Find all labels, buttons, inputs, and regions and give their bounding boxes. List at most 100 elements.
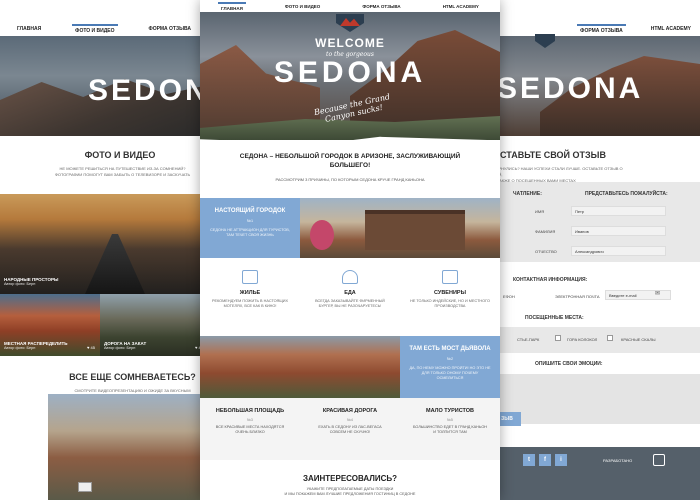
burger-icon bbox=[342, 270, 358, 284]
phone-label: ЕФОН bbox=[503, 294, 515, 299]
stat-title: МАЛО ТУРИСТОВ bbox=[426, 408, 474, 414]
section-title: ОСТАВЬТЕ СВОЙ ОТЗЫВ bbox=[493, 150, 606, 160]
road-image bbox=[85, 234, 145, 294]
reason-box-town: НАСТОЯЩИЙ ГОРОДОК №1 СЕДОНА НЕ АТТРАКЦИО… bbox=[200, 198, 300, 258]
stat-road: КРАСИВАЯ ДОРОГА №4 ЕХАТЬ В СЕДОНУ ИЗ ЛАС… bbox=[300, 408, 400, 435]
first-name-field[interactable]: Петр bbox=[571, 206, 666, 216]
reason-text: СЕДОНА НЕ АТТРАКЦИОН ДЛЯ ТУРИСТОВ, ТАМ Т… bbox=[210, 228, 290, 237]
section-text: НЕ МОЖЕТЕ РЕШИТЬСЯ НА ПУТЕШЕСТВИЕ ИЗ-ЗА … bbox=[40, 166, 205, 178]
photo-card-large[interactable]: НАРОДНЫЕ ПРОСТОРЫ Автор фото: Берн bbox=[0, 194, 208, 294]
feature-title: ЕДА bbox=[344, 290, 356, 296]
reason-box-bridge: ТАМ ЕСТЬ МОСТ ДЬЯВОЛА №2 ДА, ПО НЕМУ МОЖ… bbox=[400, 336, 500, 398]
page-review-form: ФОРМА ОТЗЫВА HTML ACADEMY SEDONA ОСТАВЬТ… bbox=[493, 22, 700, 500]
visited-title: ПОСЕЩЕННЫЕ МЕСТА: bbox=[525, 315, 584, 321]
section-text-line: ФОТОГРАФИИ ПОМОГУТ ВАМ ЗАБЫТЬ О ТЕЛЕВИЗО… bbox=[54, 172, 191, 177]
stat-number: №3 bbox=[247, 418, 253, 422]
intro-title: СЕДОНА – НЕБОЛЬШОЙ ГОРОДОК В АРИЗОНЕ, ЗА… bbox=[239, 153, 461, 169]
logo-icon[interactable] bbox=[535, 34, 555, 48]
emotions-title: ОПИШИТЕ СВОИ ЭМОЦИИ: bbox=[535, 361, 603, 367]
main-nav: ГЛАВНАЯ ФОТО И ВИДЕО ФОРМА ОТЗЫВА HTML A… bbox=[200, 0, 500, 12]
photo-author: Автор фото: Берн bbox=[4, 282, 36, 286]
facebook-icon[interactable]: f bbox=[539, 454, 551, 466]
likes-counter[interactable]: ♥ 45 bbox=[87, 345, 95, 350]
feature-title: СУВЕНИРЫ bbox=[434, 290, 466, 296]
nav-html-academy[interactable]: HTML ACADEMY bbox=[648, 26, 694, 32]
page-main: ГЛАВНАЯ ФОТО И ВИДЕО ФОРМА ОТЗЫВА HTML A… bbox=[200, 0, 500, 500]
field-label: ФАМИЛИЯ bbox=[535, 229, 556, 234]
video-preview[interactable] bbox=[48, 394, 208, 500]
main-nav: ФОРМА ОТЗЫВА HTML ACADEMY bbox=[493, 22, 700, 36]
reason-title: НАСТОЯЩИЙ ГОРОДОК bbox=[214, 208, 286, 214]
section-text-line: ВЕРНУЛИСЬ? НАШИ УСПЕХИ СТАЛИ ЛУЧШЕ. ОСТА… bbox=[493, 166, 623, 177]
feature-food: ЕДА ВСЕГДА ЗАКАЗЫВАЙТЕ ФИРМЕННЫЙ БУРГЕР,… bbox=[300, 270, 400, 309]
feature-title: ЖИЛЬЕ bbox=[239, 290, 261, 296]
welcome-heading: WELCOME bbox=[315, 36, 385, 50]
doubt-title: ВСЕ ЕЩЕ СОМНЕВАЕТЕСЬ? bbox=[69, 372, 196, 382]
bridge-photo bbox=[200, 336, 400, 398]
page-photo-video: ГЛАВНАЯ ФОТО И ВИДЕО ФОРМА ОТЗЫВА SEDONA… bbox=[0, 22, 208, 500]
feature-text: ВСЕГДА ЗАКАЗЫВАЙТЕ ФИРМЕННЫЙ БУРГЕР, ВЫ … bbox=[315, 299, 385, 308]
stat-area: НЕБОЛЬШАЯ ПЛОЩАДЬ №3 ВСЕ КРАСИВЫЕ МЕСТА … bbox=[200, 408, 300, 435]
truck-image bbox=[78, 482, 92, 492]
nav-photo-video[interactable]: ФОТО И ВИДЕО bbox=[282, 4, 323, 9]
checkbox-place-1[interactable]: СТЬЕ-ПАРК bbox=[517, 337, 539, 342]
town-photo bbox=[300, 198, 500, 258]
nav-photo-video[interactable]: ФОТО И ВИДЕО bbox=[72, 24, 118, 34]
field-label: ОТЧЕСТВО bbox=[535, 249, 557, 254]
checkbox[interactable] bbox=[555, 335, 561, 341]
nav-html-academy[interactable]: HTML ACADEMY bbox=[440, 4, 482, 9]
reason-number: №1 bbox=[246, 219, 254, 223]
stat-title: КРАСИВАЯ ДОРОГА bbox=[322, 408, 378, 414]
emotions-textarea[interactable] bbox=[493, 374, 700, 424]
screen: ГЛАВНАЯ ФОТО И ВИДЕО ФОРМА ОТЗЫВА SEDONA… bbox=[0, 0, 700, 500]
developer-label: РАЗРАБОТАНО bbox=[603, 458, 633, 463]
intro-subtitle: РАССМОТРИМ 3 ПРИЧИНЫ, ПО КОТОРЫМ СЕДОНА … bbox=[275, 177, 425, 182]
hero-title: SEDONA bbox=[273, 56, 427, 89]
nav-home[interactable]: ГЛАВНАЯ bbox=[218, 1, 246, 11]
field-label: ИМЯ bbox=[535, 209, 545, 214]
photo-author: Автор фото: Берн bbox=[4, 346, 36, 350]
stat-text: ВСЕ КРАСИВЫЕ МЕСТА НАХОДЯТСЯ ОЧЕНЬ БЛИЗК… bbox=[215, 425, 285, 434]
reason-title: ТАМ ЕСТЬ МОСТ ДЬЯВОЛА bbox=[409, 346, 491, 352]
checkbox-place-3[interactable]: КРАСНЫЕ СКАЛЫ bbox=[621, 337, 656, 342]
nav-review-form[interactable]: ФОРМА ОТЗЫВА bbox=[145, 26, 194, 32]
section-title: ФОТО И ВИДЕО bbox=[84, 150, 156, 160]
photo-caption: ДОРОГА НА ЗАКАТ Автор фото: Берн bbox=[104, 341, 146, 350]
htmlacademy-icon[interactable] bbox=[653, 454, 665, 466]
contact-title: КОНТАКТНАЯ ИНФОРМАЦИЯ: bbox=[513, 277, 588, 283]
hero-title: SEDONA bbox=[88, 74, 208, 107]
stat-title: НЕБОЛЬШАЯ ПЛОЩАДЬ bbox=[215, 408, 285, 414]
email-label: ЭЛЕКТРОННАЯ ПОЧТА bbox=[555, 294, 600, 299]
feature-text: НЕ ТОЛЬКО ИНДЕЙСКИЕ, НО И МЕСТНОГО ПРОИЗ… bbox=[410, 299, 490, 308]
patronymic-field[interactable]: Александрович bbox=[571, 246, 666, 256]
stat-tourists: МАЛО ТУРИСТОВ №5 БОЛЬШИНСТВО ЕДЕТ В ГРАН… bbox=[400, 408, 500, 435]
hero-banner: SEDONA bbox=[493, 34, 700, 136]
hero-banner: SEDONA bbox=[0, 36, 208, 136]
nav-review-form[interactable]: ФОРМА ОТЗЫВА bbox=[577, 24, 626, 34]
stat-text: ЕХАТЬ В СЕДОНУ ИЗ ЛАС-ВЕГАСА СОВСЕМ НЕ С… bbox=[318, 425, 382, 434]
stat-text: БОЛЬШИНСТВО ЕДЕТ В ГРАНД КАНЬОН И ТОЛПИТ… bbox=[412, 425, 488, 434]
nav-review-form[interactable]: ФОРМА ОТЗЫВА bbox=[359, 4, 403, 9]
building-image bbox=[365, 210, 465, 250]
feature-text: РЕКОМЕНДУЕМ ПОЖИТЬ В НАСТОЯЩИХ МОТЕЛЯХ, … bbox=[211, 299, 289, 308]
last-name-field[interactable]: Иванов bbox=[571, 226, 666, 236]
mail-icon: ✉ bbox=[655, 291, 661, 297]
stat-number: №4 bbox=[347, 418, 353, 422]
reason-number: №2 bbox=[446, 357, 454, 361]
introduce-label: ПРЕДСТАВЬТЕСЬ ПОЖАЛУЙСТА: bbox=[585, 191, 668, 197]
reason-text: ДА, ПО НЕМУ МОЖНО ПРОЙТИ! НО ЭТО НЕ ДЛЯ … bbox=[409, 366, 491, 380]
photo-author: Автор фото: Берн bbox=[104, 346, 136, 350]
photo-card-rocks[interactable]: МЕСТНАЯ РАСПЕРЕДЕЛИТЬ Автор фото: Берн ♥… bbox=[0, 294, 100, 356]
checkbox[interactable] bbox=[607, 335, 613, 341]
twitter-icon[interactable]: t bbox=[523, 454, 535, 466]
interested-text: УКАЖИТЕ ПРЕДПОЛАГАЕМЫЕ ДАТЫ ПОЕЗДКИ И МЫ… bbox=[200, 487, 500, 497]
nav-home[interactable]: ГЛАВНАЯ bbox=[14, 26, 44, 32]
feature-souvenirs: СУВЕНИРЫ НЕ ТОЛЬКО ИНДЕЙСКИЕ, НО И МЕСТН… bbox=[400, 270, 500, 309]
email-field[interactable]: Введите e-mail bbox=[605, 290, 671, 300]
instagram-icon[interactable]: i bbox=[555, 454, 567, 466]
photo-caption: НАРОДНЫЕ ПРОСТОРЫ Автор фото: Берн bbox=[4, 277, 58, 286]
interested-text-line: И МЫ ПОКАЖЕМ ВАМ ЛУЧШИЕ ПРЕДЛОЖЕНИЯ ГОСТ… bbox=[284, 492, 416, 496]
photo-card-road[interactable]: ДОРОГА НА ЗАКАТ Автор фото: Берн ♥ 45 bbox=[100, 294, 208, 356]
interested-title: ЗАИНТЕРЕСОВАЛИСЬ? bbox=[302, 474, 398, 483]
checkbox-place-2[interactable]: ГОРА КОЛОКОЛ bbox=[567, 337, 597, 342]
